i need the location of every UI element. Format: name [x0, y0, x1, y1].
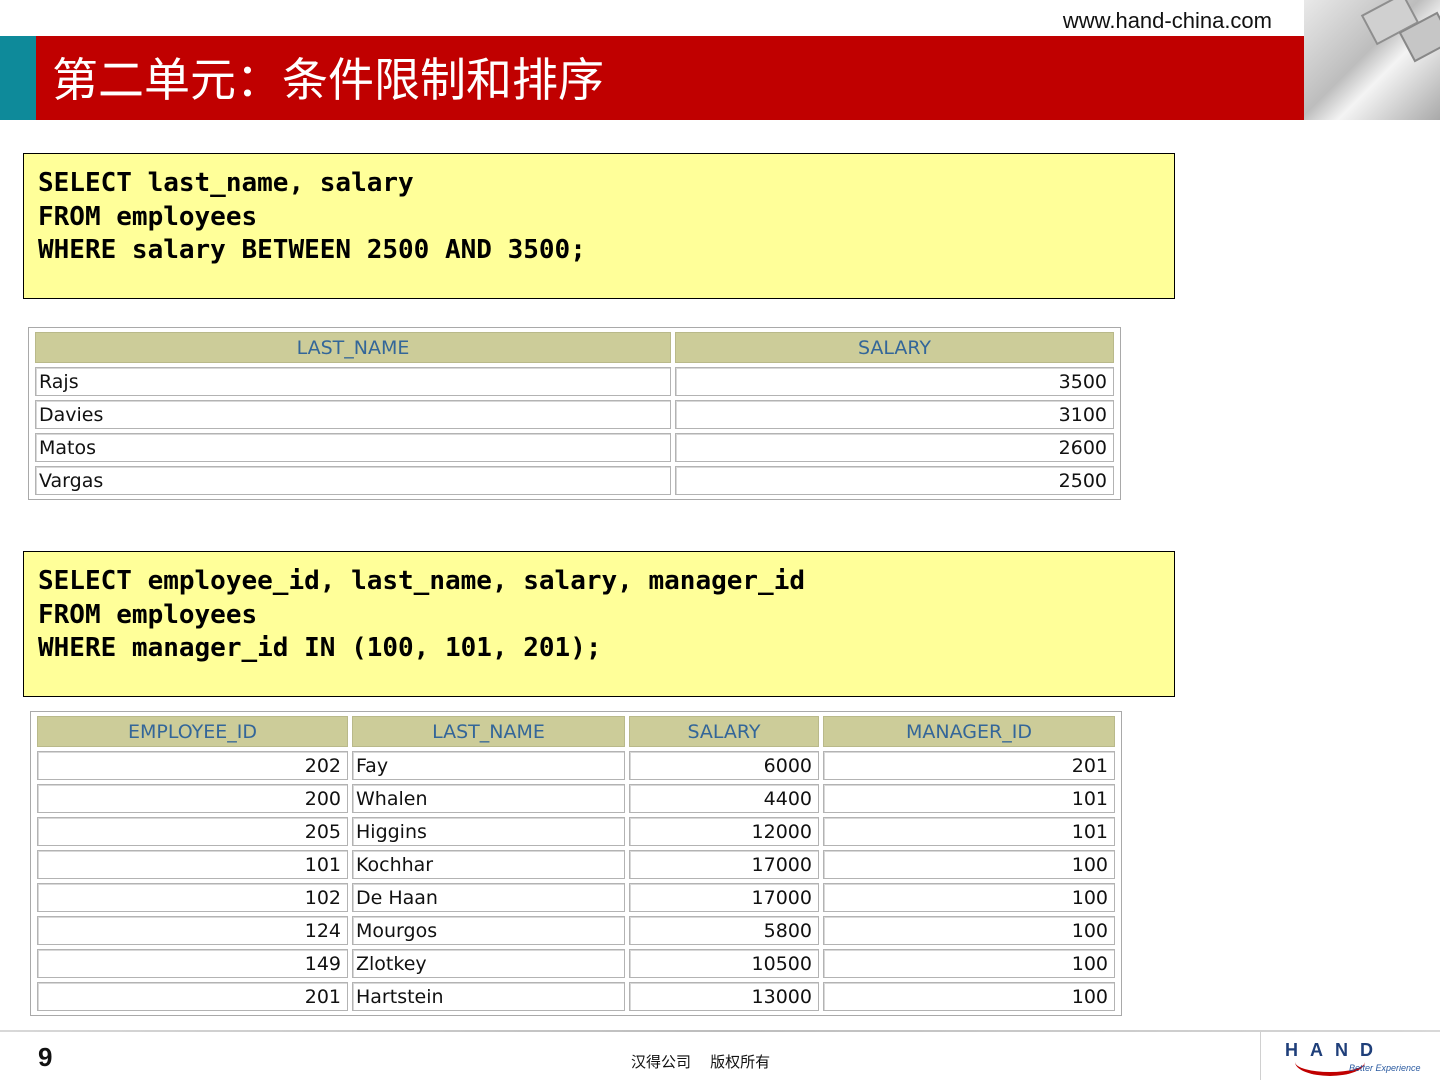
table-cell: 100: [823, 883, 1115, 912]
table-header-row: EMPLOYEE_ID LAST_NAME SALARY MANAGER_ID: [37, 716, 1115, 747]
table-cell: Davies: [35, 400, 671, 429]
sql-query-box-1: SELECT last_name, salary FROM employees …: [23, 153, 1175, 299]
site-url[interactable]: www.hand-china.com: [1063, 8, 1272, 34]
table-row: 205 Higgins 12000 101: [37, 817, 1115, 846]
table-row: Matos 2600: [35, 433, 1114, 462]
table-row: 202 Fay 6000 201: [37, 751, 1115, 780]
title-bar: 第二单元：条件限制和排序: [0, 36, 1304, 120]
table-cell: 3500: [675, 367, 1114, 396]
table-cell: Mourgos: [352, 916, 625, 945]
code-line: SELECT last_name, salary: [38, 168, 414, 198]
table-cell: 5800: [629, 916, 819, 945]
table-cell: Zlotkey: [352, 949, 625, 978]
table-row: 201 Hartstein 13000 100: [37, 982, 1115, 1011]
table-cell: 102: [37, 883, 348, 912]
column-header: LAST_NAME: [352, 716, 625, 747]
corner-keyboard-image: [1304, 0, 1440, 120]
table-cell: 100: [823, 949, 1115, 978]
table-cell: 100: [823, 850, 1115, 879]
code-line: SELECT employee_id, last_name, salary, m…: [38, 566, 806, 596]
page-title: 第二单元：条件限制和排序: [52, 53, 604, 107]
table-cell: 201: [823, 751, 1115, 780]
table-cell: 12000: [629, 817, 819, 846]
table-cell: 100: [823, 982, 1115, 1011]
code-line: FROM employees: [38, 599, 258, 630]
title-accent: [0, 36, 36, 120]
table-cell: 6000: [629, 751, 819, 780]
page-number: 9: [38, 1042, 53, 1072]
table-cell: 101: [823, 817, 1115, 846]
sql-query-box-2: SELECT employee_id, last_name, salary, m…: [23, 551, 1175, 697]
table-cell: Vargas: [35, 466, 671, 495]
table-row: 124 Mourgos 5800 100: [37, 916, 1115, 945]
table-cell: 100: [823, 916, 1115, 945]
table-cell: 4400: [629, 784, 819, 813]
table-cell: Kochhar: [352, 850, 625, 879]
table-cell: 101: [823, 784, 1115, 813]
table-header-row: LAST_NAME SALARY: [35, 332, 1114, 363]
table-cell: 17000: [629, 883, 819, 912]
table-cell: 13000: [629, 982, 819, 1011]
table-row: 101 Kochhar 17000 100: [37, 850, 1115, 879]
table-cell: Whalen: [352, 784, 625, 813]
code-line: WHERE manager_id IN (100, 101, 201);: [38, 633, 602, 663]
table-cell: Hartstein: [352, 982, 625, 1011]
table-cell: Higgins: [352, 817, 625, 846]
table-cell: 2500: [675, 466, 1114, 495]
column-header: MANAGER_ID: [823, 716, 1115, 747]
table-row: Rajs 3500: [35, 367, 1114, 396]
table-row: Davies 3100: [35, 400, 1114, 429]
logo-wordmark: HAND: [1285, 1040, 1385, 1060]
column-header: SALARY: [629, 716, 819, 747]
column-header: LAST_NAME: [35, 332, 671, 363]
table-cell: 101: [37, 850, 348, 879]
table-cell: 17000: [629, 850, 819, 879]
table-row: 102 De Haan 17000 100: [37, 883, 1115, 912]
copyright-text: 汉得公司 版权所有: [631, 1053, 771, 1071]
table-row: 200 Whalen 4400 101: [37, 784, 1115, 813]
table-cell: 10500: [629, 949, 819, 978]
code-line: WHERE salary BETWEEN 2500 AND 3500;: [38, 235, 586, 265]
table-cell: 201: [37, 982, 348, 1011]
table-cell: 205: [37, 817, 348, 846]
column-header: SALARY: [675, 332, 1114, 363]
code-line: FROM employees: [38, 201, 258, 232]
table-cell: 124: [37, 916, 348, 945]
table-row: 149 Zlotkey 10500 100: [37, 949, 1115, 978]
table-cell: 2600: [675, 433, 1114, 462]
table-row: Vargas 2500: [35, 466, 1114, 495]
table-cell: 3100: [675, 400, 1114, 429]
result-table-2: EMPLOYEE_ID LAST_NAME SALARY MANAGER_ID …: [30, 711, 1122, 1016]
column-header: EMPLOYEE_ID: [37, 716, 348, 747]
table-cell: De Haan: [352, 883, 625, 912]
table-cell: Matos: [35, 433, 671, 462]
table-cell: 202: [37, 751, 348, 780]
result-table-1: LAST_NAME SALARY Rajs 3500 Davies 3100 M…: [28, 327, 1121, 500]
table-cell: 149: [37, 949, 348, 978]
table-cell: 200: [37, 784, 348, 813]
footer-divider: [0, 1030, 1440, 1032]
logo-tagline: Better Experience: [1349, 1063, 1421, 1073]
table-cell: Rajs: [35, 367, 671, 396]
table-cell: Fay: [352, 751, 625, 780]
hand-logo: HAND Better Experience: [1260, 1032, 1440, 1080]
